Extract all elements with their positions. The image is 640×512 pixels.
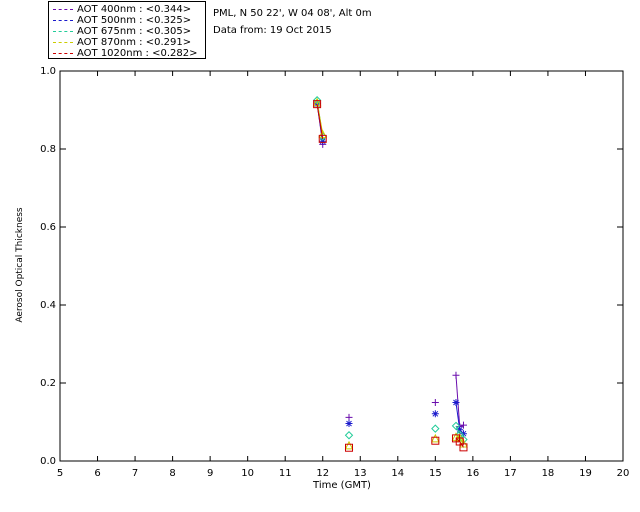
x-tick-label: 16 xyxy=(466,468,479,479)
data-point xyxy=(431,433,440,443)
data-point xyxy=(431,410,439,418)
x-tick-label: 7 xyxy=(132,468,138,479)
legend-label: AOT 400nm : <0.344> xyxy=(77,4,192,15)
legend-item: AOT 675nm : <0.305> xyxy=(53,26,191,37)
y-axis-label: Aerosol Optical Thickness xyxy=(15,207,25,323)
x-axis-label: Time (GMT) xyxy=(313,480,371,491)
data-point xyxy=(452,399,460,406)
legend-label: AOT 870nm : <0.291> xyxy=(77,37,192,48)
legend-swatch xyxy=(53,30,73,32)
legend-item: AOT 400nm : <0.344> xyxy=(53,4,191,15)
x-tick-label: 17 xyxy=(504,468,517,479)
data-point xyxy=(431,424,440,433)
legend-label: AOT 1020nm : <0.282> xyxy=(77,48,198,59)
legend: AOT 400nm : <0.344> AOT 500nm : <0.325> … xyxy=(48,1,206,59)
x-tick-label: 13 xyxy=(354,468,367,479)
y-tick-label: 0.0 xyxy=(40,456,56,467)
data-point xyxy=(345,413,353,421)
legend-label: AOT 500nm : <0.325> xyxy=(77,15,192,26)
y-tick-label: 0.4 xyxy=(40,300,56,311)
data-point xyxy=(345,420,353,428)
data-point xyxy=(459,421,467,429)
legend-item: AOT 500nm : <0.325> xyxy=(53,15,191,26)
x-tick-label: 11 xyxy=(279,468,292,479)
x-tick-label: 5 xyxy=(57,468,63,479)
data-point xyxy=(344,440,354,450)
legend-label: AOT 675nm : <0.305> xyxy=(77,26,192,37)
x-tick-label: 10 xyxy=(241,468,254,479)
x-tick-label: 12 xyxy=(316,468,329,479)
y-tick-label: 0.8 xyxy=(40,144,56,155)
legend-swatch xyxy=(53,52,73,54)
data-point xyxy=(452,371,460,379)
x-tick-label: 18 xyxy=(542,468,555,479)
x-tick-label: 8 xyxy=(169,468,175,479)
y-tick-label: 1.0 xyxy=(40,66,56,77)
x-tick-label: 15 xyxy=(429,468,442,479)
legend-swatch xyxy=(53,41,73,43)
legend-swatch xyxy=(53,19,73,21)
data-point xyxy=(344,431,354,440)
data-point xyxy=(431,399,439,406)
series-line xyxy=(316,104,324,139)
x-tick-label: 9 xyxy=(207,468,213,479)
x-tick-label: 19 xyxy=(579,468,592,479)
y-tick-label: 0.6 xyxy=(40,222,56,233)
y-tick-label: 0.2 xyxy=(40,378,56,389)
x-tick-label: 14 xyxy=(391,468,404,479)
x-tick-label: 20 xyxy=(617,468,630,479)
location-text: PML, N 50 22', W 04 08', Alt 0m xyxy=(213,8,372,19)
legend-item: AOT 1020nm : <0.282> xyxy=(53,48,197,59)
plot-frame xyxy=(59,70,624,462)
aot-chart: 5 6 7 8 9 10 11 12 13 14 15 16 17 18 19 20 0.0 0.2 0.4 0.6 0… xyxy=(40,66,630,479)
date-text: Data from: 19 Oct 2015 xyxy=(213,25,332,36)
legend-item: AOT 870nm : <0.291> xyxy=(53,37,191,48)
legend-swatch xyxy=(53,8,73,10)
x-tick-label: 6 xyxy=(94,468,100,479)
